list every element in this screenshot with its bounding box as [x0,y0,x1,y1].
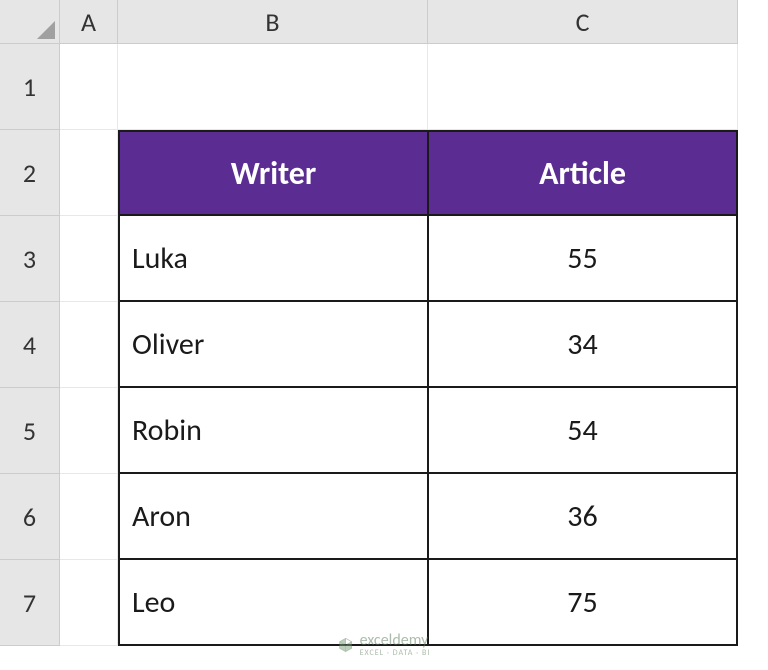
cell-a2[interactable] [60,130,118,216]
cube-icon [338,637,354,653]
col-header-c[interactable]: C [428,0,738,44]
cell-b1[interactable] [118,44,428,130]
watermark-text: exceldemy EXCEL · DATA · BI [360,631,431,658]
row-header-1[interactable]: 1 [0,44,60,130]
table-row[interactable]: 36 [428,474,738,560]
select-all-corner[interactable] [0,0,60,44]
row-header-3[interactable]: 3 [0,216,60,302]
watermark: exceldemy EXCEL · DATA · BI [338,631,431,658]
table-row[interactable]: 34 [428,302,738,388]
cell-a3[interactable] [60,216,118,302]
cell-c1[interactable] [428,44,738,130]
row-header-2[interactable]: 2 [0,130,60,216]
table-row[interactable]: 55 [428,216,738,302]
cell-a7[interactable] [60,560,118,646]
col-header-a[interactable]: A [60,0,118,44]
table-row[interactable]: Robin [118,388,428,474]
row-header-7[interactable]: 7 [0,560,60,646]
table-row[interactable]: 75 [428,560,738,646]
cell-a1[interactable] [60,44,118,130]
cell-a4[interactable] [60,302,118,388]
cell-a6[interactable] [60,474,118,560]
watermark-tagline: EXCEL · DATA · BI [360,648,431,658]
row-header-4[interactable]: 4 [0,302,60,388]
table-row[interactable]: Aron [118,474,428,560]
spreadsheet-grid: A B C 1 2 Writer Article 3 Luka 55 4 Oli… [0,0,768,646]
row-header-6[interactable]: 6 [0,474,60,560]
table-header-writer[interactable]: Writer [118,130,428,216]
table-row[interactable]: 54 [428,388,738,474]
row-header-5[interactable]: 5 [0,388,60,474]
col-header-b[interactable]: B [118,0,428,44]
table-header-article[interactable]: Article [428,130,738,216]
table-row[interactable]: Luka [118,216,428,302]
table-row[interactable]: Oliver [118,302,428,388]
cell-a5[interactable] [60,388,118,474]
